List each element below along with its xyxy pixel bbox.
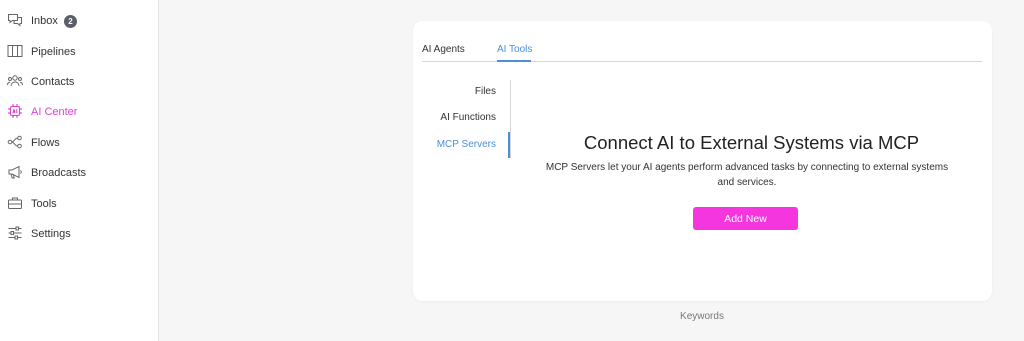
keywords-label: Keywords bbox=[680, 311, 724, 322]
columns-icon bbox=[7, 43, 23, 59]
sidebar-item-label: Tools bbox=[31, 198, 57, 210]
sidebar-item-contacts[interactable]: Contacts bbox=[0, 69, 158, 95]
sidebar-item-inbox[interactable]: Inbox 2 bbox=[0, 8, 158, 34]
users-icon bbox=[7, 73, 23, 89]
subnav-item-files[interactable]: Files bbox=[475, 86, 496, 97]
empty-state-description: MCP Servers let your AI agents perform a… bbox=[545, 162, 949, 188]
sidebar-item-label: Settings bbox=[31, 228, 71, 240]
sidebar: Inbox 2 Pipelines Contacts AI Center Flo… bbox=[0, 0, 159, 341]
sidebar-item-label: Broadcasts bbox=[31, 167, 87, 179]
sidebar-item-label: Inbox bbox=[31, 15, 58, 27]
flow-nodes-icon bbox=[7, 134, 23, 150]
subnav-item-ai-functions[interactable]: AI Functions bbox=[440, 112, 496, 123]
sidebar-item-settings[interactable]: Settings bbox=[0, 221, 158, 247]
sidebar-item-flows[interactable]: Flows bbox=[0, 130, 158, 156]
add-new-button[interactable]: Add New bbox=[693, 207, 798, 230]
sidebar-item-label: AI Center bbox=[31, 106, 78, 118]
sidebar-item-ai-center[interactable]: AI Center bbox=[0, 99, 158, 125]
chat-bubbles-icon bbox=[7, 12, 23, 28]
ai-tools-card: AI Agents AI Tools Files AI Functions MC… bbox=[413, 21, 992, 301]
megaphone-icon bbox=[7, 164, 23, 180]
sidebar-item-pipelines[interactable]: Pipelines bbox=[0, 39, 158, 65]
ai-tools-subnav: Files AI Functions MCP Servers bbox=[413, 80, 511, 158]
subnav-item-mcp-servers[interactable]: MCP Servers bbox=[437, 139, 496, 150]
ai-chip-icon bbox=[7, 103, 23, 119]
tab-bar: AI Agents AI Tools bbox=[422, 42, 982, 62]
tab-ai-tools[interactable]: AI Tools bbox=[497, 44, 532, 55]
sidebar-item-label: Pipelines bbox=[31, 46, 76, 58]
inbox-count-badge: 2 bbox=[64, 15, 77, 28]
sliders-icon bbox=[7, 225, 23, 241]
tab-ai-agents[interactable]: AI Agents bbox=[422, 44, 465, 55]
sidebar-item-tools[interactable]: Tools bbox=[0, 191, 158, 217]
active-subnav-indicator bbox=[508, 132, 510, 158]
sidebar-item-label: Contacts bbox=[31, 76, 75, 88]
toolbox-icon bbox=[7, 195, 23, 211]
sidebar-item-broadcasts[interactable]: Broadcasts bbox=[0, 160, 158, 186]
empty-state-title: Connect AI to External Systems via MCP bbox=[583, 132, 920, 153]
active-tab-indicator bbox=[497, 60, 531, 62]
sidebar-item-label: Flows bbox=[31, 137, 60, 149]
